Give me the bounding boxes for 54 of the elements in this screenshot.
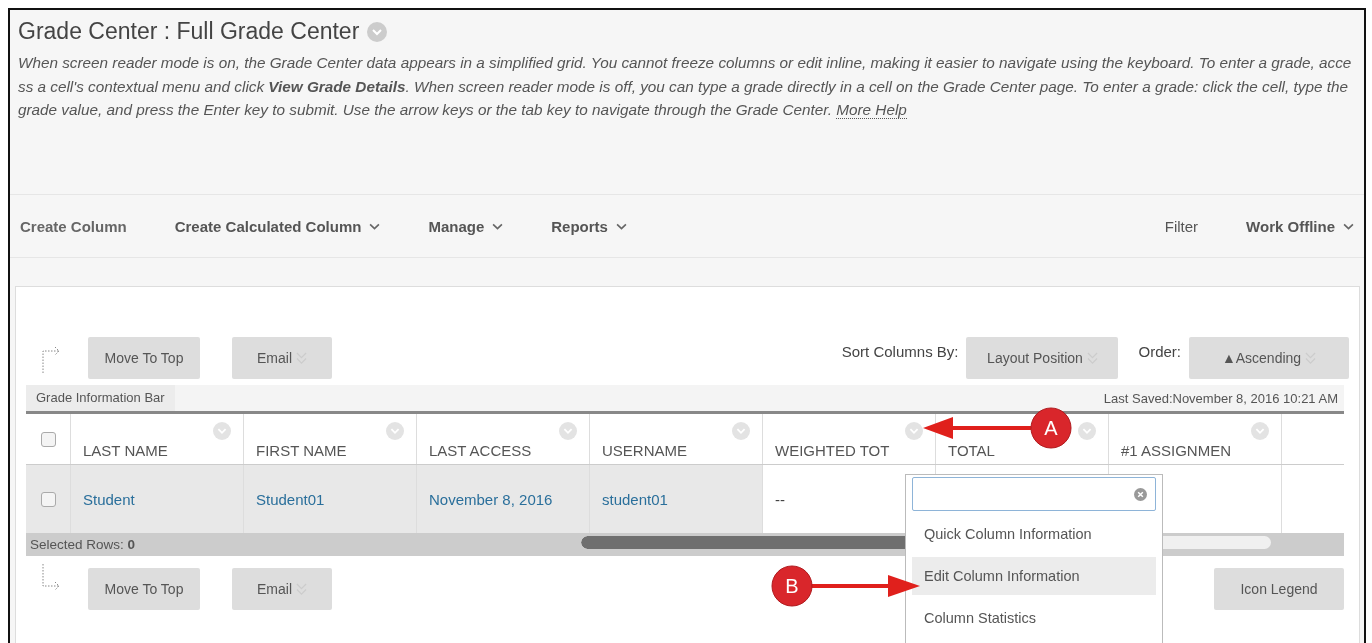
toolbar-button[interactable]: Move To Top — [88, 337, 200, 379]
table-cell-link[interactable]: student01 — [602, 490, 668, 508]
column-header: TOTAL — [948, 441, 995, 459]
chevron-circle-icon[interactable] — [367, 21, 388, 42]
callout-marker: B — [771, 565, 813, 607]
column-header: LAST ACCESS — [429, 441, 532, 459]
action-menu[interactable]: Filter — [1164, 217, 1199, 235]
action-menu[interactable]: Manage — [428, 217, 504, 235]
column-header: USERNAME — [602, 441, 687, 459]
action-menu[interactable]: Create Calculated Column — [174, 217, 381, 235]
toolbar-button[interactable]: Email — [232, 337, 332, 379]
callout-marker: A — [1030, 407, 1072, 449]
action-menu[interactable]: Reports — [551, 217, 627, 235]
chevron-circle-icon[interactable] — [1251, 422, 1269, 440]
table-cell: -- — [775, 490, 785, 508]
chevron-down-icon[interactable] — [369, 222, 381, 230]
chevron-circle-icon[interactable] — [559, 422, 577, 440]
sort-dropdown[interactable]: Layout Position — [966, 337, 1119, 379]
action-menu[interactable]: Create Column — [20, 217, 127, 235]
chevron-down-icon[interactable] — [492, 222, 504, 230]
clear-icon[interactable] — [1134, 488, 1147, 501]
order-label: Order: — [1138, 342, 1181, 360]
row-checkbox[interactable] — [40, 491, 56, 507]
help-text: When screen reader mode is on, the Grade Center data appears in a simplified grid. You cannot freeze columns or edit inline, making it easier to navigate using the keyboard. To enter a grade, access a cell's contextual menu and click View Grade Details. When screen reader mode is off, you can type a grade directly in a cell on the Grade Center page. To enter a grade: click the cell, type the grade value, and press the Enter key to submit. Use the arrow keys or the tab key to navigate through the Grade Center. More Help — [18, 53, 1353, 121]
sort-label: Sort Columns By: — [841, 342, 959, 360]
chevron-down-icon[interactable] — [615, 222, 627, 230]
selected-rows-text: Selected Rows: 0 — [29, 537, 136, 552]
info-bar-label: Grade Information Bar — [26, 385, 175, 411]
table-cell-link[interactable]: November 8, 2016 — [429, 490, 553, 508]
column-header: LAST NAME — [83, 441, 168, 459]
chevron-circle-icon[interactable] — [386, 422, 404, 440]
select-all-checkbox[interactable] — [40, 431, 56, 447]
menu-search-field[interactable] — [912, 477, 1156, 511]
toolbar-button[interactable]: Email — [232, 568, 332, 610]
chevron-circle-icon[interactable] — [1078, 422, 1096, 440]
toolbar-button[interactable]: Move To Top — [88, 568, 200, 610]
chevron-circle-icon[interactable] — [905, 422, 923, 440]
action-menu[interactable]: Work Offline — [1246, 217, 1354, 235]
chevron-circle-icon[interactable] — [732, 422, 750, 440]
order-dropdown[interactable]: ▲Ascending — [1189, 337, 1349, 379]
menu-item[interactable]: Quick Column Information — [912, 515, 1156, 553]
column-header: WEIGHTED TOT — [775, 441, 890, 459]
icon-legend-button[interactable]: Icon Legend — [1214, 568, 1344, 610]
menu-item[interactable]: Column Statistics — [912, 599, 1156, 637]
column-header: #1 ASSIGNMEN — [1121, 441, 1232, 459]
more-help-link[interactable]: More Help — [836, 101, 907, 119]
chevron-down-icon[interactable] — [1343, 222, 1354, 230]
last-saved-text: Last Saved:November 8, 2016 10:21 AM — [1103, 390, 1339, 406]
table-cell-link[interactable]: Student01 — [256, 490, 325, 508]
column-header: FIRST NAME — [256, 441, 347, 459]
menu-item[interactable]: Edit Column Information — [912, 557, 1156, 595]
chevron-circle-icon[interactable] — [213, 422, 231, 440]
page-title: Grade Center : Full Grade Center — [18, 18, 360, 45]
table-cell-link[interactable]: Student — [83, 490, 135, 508]
